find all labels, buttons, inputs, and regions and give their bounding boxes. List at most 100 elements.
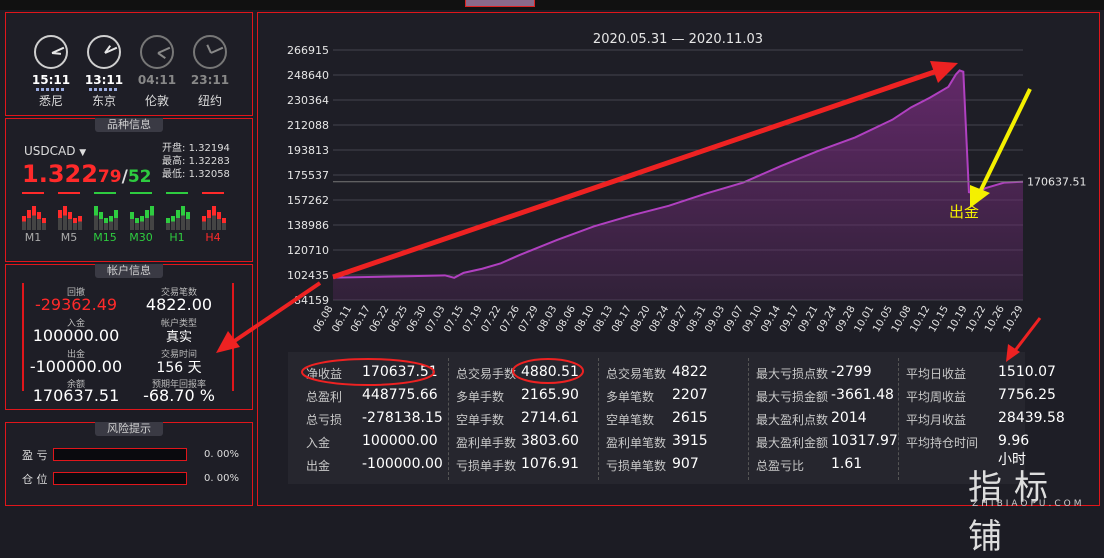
account-panel-title: 帐户信息 — [95, 264, 163, 278]
chart-panel: 2020.05.31 — 2020.11.03 266915 248640 23036… — [257, 12, 1100, 506]
stat-label: 平均日收益 — [906, 367, 967, 381]
y-tick-label: 193813 — [287, 144, 329, 157]
stat-value: -2799 — [831, 364, 872, 380]
stat-value: 2615 — [672, 410, 708, 426]
stat-label: 最大盈利金额 — [756, 436, 829, 450]
trades-value: 4822.00 — [145, 295, 213, 314]
risk-percent: 0. 00% — [204, 449, 239, 460]
clock-time: 04:11 — [137, 73, 177, 87]
stat-label: 多单手数 — [456, 390, 505, 404]
balance-value: 170637.51 — [32, 386, 120, 405]
stat-label: 总交易笔数 — [606, 367, 667, 381]
signal-bars-icon — [130, 192, 154, 230]
withdraw-annotation: 出金 — [949, 203, 979, 221]
clock-0: 15:11 悉尼 — [31, 35, 71, 109]
stat-value: 4822 — [672, 364, 708, 380]
stat-label: 亏损单手数 — [456, 459, 517, 473]
ohl-info: 开盘: 1.32194 最高: 1.32283 最低: 1.32058 — [162, 142, 230, 181]
stat-label: 总盈利 — [306, 390, 343, 404]
y-tick-label: 248640 — [287, 69, 329, 82]
high-label: 最高: — [162, 156, 186, 167]
clock-city: 纽约 — [197, 94, 222, 108]
price-main: 1.322 — [22, 160, 98, 188]
stat-label: 净收益 — [306, 367, 343, 381]
stat-value: 1076.91 — [521, 456, 579, 472]
x-tick-label: 10.29 — [1002, 304, 1026, 334]
stat-value: 10317.97 — [831, 433, 898, 449]
tab-m15[interactable]: M15 — [90, 231, 120, 244]
stat-value: 170637.51 — [362, 364, 438, 380]
drawdown-value: -29362.49 — [34, 295, 118, 314]
stat-value: 3915 — [672, 433, 708, 449]
stat-label: 盈利单笔数 — [606, 436, 667, 450]
chevron-down-icon[interactable]: ▼ — [79, 148, 86, 158]
price-bid: 79 — [97, 167, 122, 187]
watermark-text: 指标铺 — [968, 468, 1060, 557]
stat-label: 平均持仓时间 — [906, 436, 979, 450]
stat-label: 总盈亏比 — [756, 459, 805, 473]
top-tab[interactable] — [465, 0, 535, 7]
clock-panel: 15:11 悉尼 13:11 东京 04:11 伦敦 23:11 纽约 — [5, 12, 253, 116]
watermark-sub: ZHIBIAOPU.COM — [972, 499, 1085, 509]
stat-value: 2165.90 — [521, 387, 579, 403]
clock-icon — [140, 35, 174, 69]
risk-meter — [53, 448, 187, 461]
stat-value: 28439.58 — [998, 410, 1065, 426]
y-tick-label: 212088 — [287, 119, 329, 132]
stat-label: 总亏损 — [306, 413, 343, 427]
watermark-logo: 指标铺 ZHIBIAOPU.COM — [968, 460, 1104, 558]
stat-label: 盈利单手数 — [456, 436, 517, 450]
withdraw-arrow — [976, 88, 1032, 197]
column-divider — [748, 358, 749, 480]
stat-label: 平均月收益 — [906, 413, 967, 427]
tab-m5[interactable]: M5 — [54, 231, 84, 244]
stat-value: 1.61 — [831, 456, 863, 472]
y-tick-label: 266915 — [287, 44, 329, 57]
column-divider — [598, 358, 599, 480]
y-tick-label: 84159 — [294, 294, 329, 307]
symbol-selector[interactable]: USDCAD ▼ — [24, 144, 86, 158]
tab-m1[interactable]: M1 — [18, 231, 48, 244]
stats-panel: 净收益 170637.51 总盈利 448775.66 总亏损 -278138.15 入金 1… — [288, 352, 1065, 484]
clock-icon — [193, 35, 227, 69]
tab-h4[interactable]: H4 — [198, 231, 228, 244]
price-ask: 52 — [127, 167, 152, 187]
y-tick-label: 138986 — [287, 219, 329, 232]
signal-bars-icon — [202, 192, 226, 230]
account-panel: 帐户信息 回撤 -29362.49 交易笔数 4822.00 入金 100000… — [5, 264, 253, 410]
stat-value: 100000.00 — [362, 433, 438, 449]
stat-label: 最大亏损点数 — [756, 367, 829, 381]
stat-label: 空单笔数 — [606, 413, 655, 427]
stat-value: 907 — [672, 456, 699, 472]
days-value: 156 天 — [156, 360, 202, 376]
deposit-value: 100000.00 — [32, 326, 120, 345]
low-label: 最低: — [162, 169, 186, 180]
last-value-label: 170637.51 — [1027, 176, 1087, 189]
tab-h1[interactable]: H1 — [162, 231, 192, 244]
y-tick-label: 120710 — [287, 244, 329, 257]
equity-area — [333, 70, 1023, 300]
signal-bars-icon — [22, 192, 46, 230]
signal-bars-icon — [58, 192, 82, 230]
risk-panel-title: 风险提示 — [95, 422, 163, 436]
y-tick-label: 157262 — [287, 194, 329, 207]
clock-time: 23:11 — [190, 73, 230, 87]
high-value: 1.32283 — [188, 156, 230, 167]
y-tick-label: 230364 — [287, 94, 329, 107]
column-divider — [448, 358, 449, 480]
clock-time: 13:11 — [84, 73, 124, 87]
risk-percent: 0. 00% — [204, 473, 239, 484]
open-label: 开盘: — [162, 143, 186, 154]
clock-time: 15:11 — [31, 73, 71, 87]
acct-type-value: 真实 — [165, 330, 192, 345]
stat-label: 最大亏损金额 — [756, 390, 829, 404]
symbol-name: USDCAD — [24, 144, 76, 158]
risk-label: 仓 位 — [22, 473, 48, 486]
tab-m30[interactable]: M30 — [126, 231, 156, 244]
clock-city: 悉尼 — [38, 94, 63, 108]
stat-value: -100000.00 — [362, 456, 443, 472]
top-bar — [0, 0, 1104, 10]
equity-chart: 2020.05.31 — 2020.11.03 266915 248640 23036… — [287, 32, 1087, 334]
y-tick-label: 175537 — [287, 169, 329, 182]
clock-icon — [87, 35, 121, 69]
